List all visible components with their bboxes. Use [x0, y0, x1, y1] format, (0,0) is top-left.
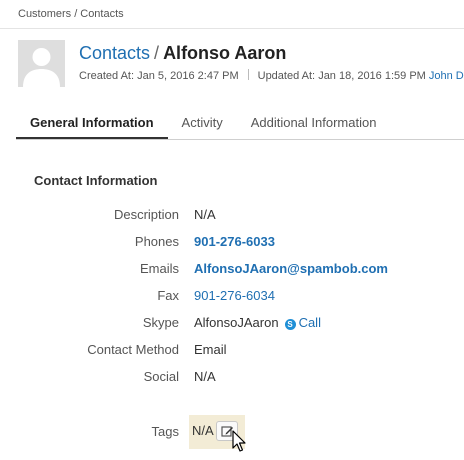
field-row-contact-method: Contact Method Email: [0, 341, 464, 359]
updated-label: Updated At:: [257, 70, 316, 82]
phones-label: Phones: [134, 234, 179, 249]
breadcrumb-separator: /: [74, 8, 78, 20]
description-value: N/A: [194, 207, 216, 222]
mouse-cursor-icon: [232, 430, 246, 452]
created-value: Jan 5, 2016 2:47 PM: [137, 70, 239, 82]
field-row-description: Description N/A: [0, 206, 464, 224]
tags-value: N/A: [192, 423, 214, 438]
title-separator: /: [154, 43, 160, 63]
field-row-skype: Skype AlfonsoJAaron S Call: [0, 314, 464, 332]
social-label: Social: [143, 369, 179, 384]
fax-link[interactable]: 901-276-6034: [194, 287, 275, 305]
social-value: N/A: [194, 369, 216, 384]
skype-value: AlfonsoJAaron: [194, 315, 279, 330]
fax-label: Fax: [157, 288, 179, 303]
contact-method-label: Contact Method: [87, 342, 179, 357]
user-silhouette-icon: [18, 40, 65, 87]
email-link[interactable]: AlfonsoJAaron@spambob.com: [194, 260, 388, 278]
tab-bar: General Information Activity Additional In…: [16, 108, 464, 140]
avatar: [18, 40, 65, 87]
phone-link[interactable]: 901-276-6033: [194, 233, 275, 251]
breadcrumb: Customers / Contacts: [18, 8, 124, 20]
page-title: Contacts / Alfonso Aaron: [79, 43, 286, 64]
tab-activity[interactable]: Activity: [168, 108, 237, 138]
emails-label: Emails: [139, 261, 179, 276]
tab-additional-information[interactable]: Additional Information: [237, 108, 391, 138]
tab-underline: [16, 139, 464, 140]
description-label: Description: [113, 207, 179, 222]
field-row-emails: Emails AlfonsoJAaron@spambob.com: [0, 260, 464, 278]
contact-method-value: Email: [194, 342, 227, 357]
field-row-phones: Phones 901-276-6033: [0, 233, 464, 251]
section-title: Contact Information: [34, 173, 158, 188]
skype-value-group: AlfonsoJAaron S Call: [194, 314, 321, 332]
breadcrumb-contacts[interactable]: Contacts: [80, 8, 123, 20]
tab-general-information[interactable]: General Information: [16, 108, 168, 140]
meta-divider: [247, 69, 249, 80]
updated-by-link[interactable]: John D: [429, 70, 464, 82]
updated-value: Jan 18, 2016 1:59 PM: [318, 70, 426, 82]
created-label: Created At:: [79, 70, 135, 82]
header-divider: [0, 28, 464, 29]
contacts-link[interactable]: Contacts: [79, 43, 150, 63]
record-name: Alfonso Aaron: [163, 43, 287, 63]
breadcrumb-customers[interactable]: Customers: [18, 8, 71, 20]
record-meta: Created At: Jan 5, 2016 2:47 PM Updated A…: [79, 69, 464, 82]
field-row-fax: Fax 901-276-6034: [0, 287, 464, 305]
skype-call-link[interactable]: Call: [299, 315, 321, 330]
field-row-social: Social N/A: [0, 368, 464, 386]
tags-label: Tags: [151, 424, 179, 439]
skype-label: Skype: [142, 315, 179, 330]
skype-icon[interactable]: S: [284, 319, 296, 330]
